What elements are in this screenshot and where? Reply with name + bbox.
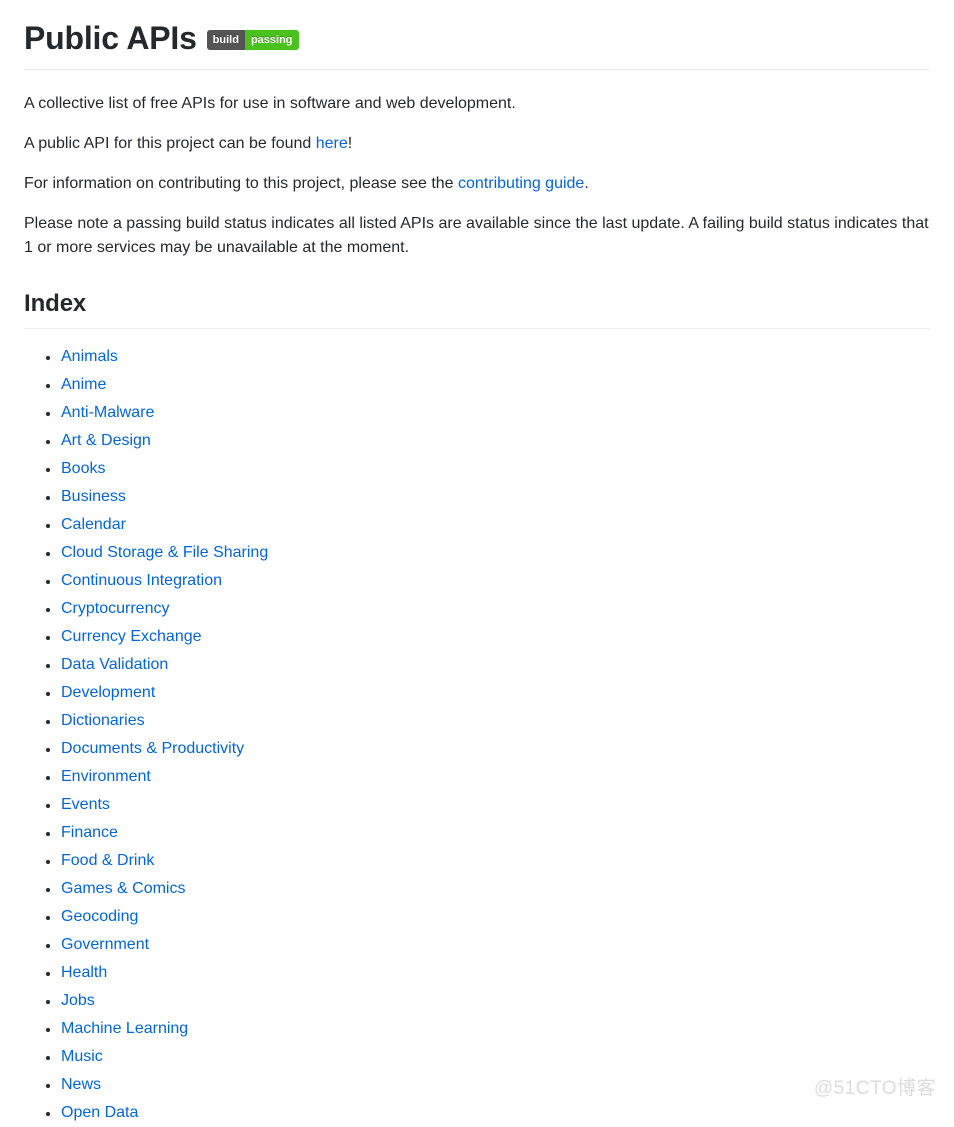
paragraph-2-text-before: A public API for this project can be fou… bbox=[24, 135, 316, 152]
badge-left-label: build bbox=[206, 30, 245, 50]
index-link[interactable]: Government bbox=[61, 936, 149, 953]
badge-right-label: passing bbox=[244, 30, 299, 50]
page-title: Public APIs bbox=[24, 20, 197, 56]
list-item: News bbox=[24, 1071, 930, 1099]
index-link[interactable]: Environment bbox=[61, 768, 151, 785]
list-item: Events bbox=[24, 791, 930, 819]
index-link[interactable]: Games & Comics bbox=[61, 880, 185, 897]
list-item: Anti-Malware bbox=[24, 399, 930, 427]
list-item: Calendar bbox=[24, 511, 930, 539]
index-link[interactable]: Machine Learning bbox=[61, 1020, 188, 1037]
list-item: Music bbox=[24, 1043, 930, 1071]
list-item: Food & Drink bbox=[24, 847, 930, 875]
index-heading: Index bbox=[24, 290, 87, 317]
list-item: Documents & Productivity bbox=[24, 735, 930, 763]
index-link[interactable]: Anime bbox=[61, 376, 106, 393]
index-link[interactable]: Business bbox=[61, 488, 126, 505]
list-item: Health bbox=[24, 959, 930, 987]
index-link[interactable]: News bbox=[61, 1076, 101, 1093]
index-link[interactable]: Documents & Productivity bbox=[61, 740, 244, 757]
list-item: Art & Design bbox=[24, 427, 930, 455]
index-link[interactable]: Currency Exchange bbox=[61, 628, 202, 645]
list-item: Data Validation bbox=[24, 651, 930, 679]
list-item: Games & Comics bbox=[24, 875, 930, 903]
intro-paragraph-1: A collective list of free APIs for use i… bbox=[24, 95, 516, 112]
index-link[interactable]: Food & Drink bbox=[61, 852, 154, 869]
list-item: Geocoding bbox=[24, 903, 930, 931]
list-item: Animals bbox=[24, 343, 930, 371]
list-item: Jobs bbox=[24, 987, 930, 1015]
index-link[interactable]: Events bbox=[61, 796, 110, 813]
index-link[interactable]: Finance bbox=[61, 824, 118, 841]
list-item: Currency Exchange bbox=[24, 623, 930, 651]
contributing-guide-link[interactable]: contributing guide bbox=[458, 175, 584, 192]
index-link[interactable]: Anti-Malware bbox=[61, 404, 154, 421]
index-link[interactable]: Art & Design bbox=[61, 432, 151, 449]
list-item: Government bbox=[24, 931, 930, 959]
paragraph-2-text-after: ! bbox=[347, 135, 353, 152]
index-list: Animals Anime Anti-Malware Art & Design Book… bbox=[24, 329, 930, 1127]
list-item: Development bbox=[24, 679, 930, 707]
list-item: Finance bbox=[24, 819, 930, 847]
index-link[interactable]: Health bbox=[61, 964, 107, 981]
list-item: Open Data bbox=[24, 1099, 930, 1127]
watermark: @51CTO博客 bbox=[813, 1078, 936, 1099]
build-status-badge[interactable]: build passing bbox=[206, 30, 299, 50]
public-api-here-link[interactable]: here bbox=[316, 135, 348, 152]
index-link[interactable]: Development bbox=[61, 684, 155, 701]
index-link[interactable]: Continuous Integration bbox=[61, 572, 222, 589]
index-link[interactable]: Jobs bbox=[61, 992, 95, 1009]
list-item: Continuous Integration bbox=[24, 567, 930, 595]
index-link[interactable]: Geocoding bbox=[61, 908, 138, 925]
build-status-note: Please note a passing build status indic… bbox=[24, 215, 929, 256]
index-link[interactable]: Books bbox=[61, 460, 105, 477]
list-item: Cloud Storage & File Sharing bbox=[24, 539, 930, 567]
list-item: Books bbox=[24, 455, 930, 483]
list-item: Environment bbox=[24, 763, 930, 791]
index-link[interactable]: Data Validation bbox=[61, 656, 168, 673]
index-link[interactable]: Dictionaries bbox=[61, 712, 145, 729]
paragraph-3-text-after: . bbox=[584, 175, 589, 192]
list-item: Cryptocurrency bbox=[24, 595, 930, 623]
intro-paragraph-2: A public API for this project can be fou… bbox=[24, 116, 930, 156]
index-link[interactable]: Animals bbox=[61, 348, 118, 365]
index-link[interactable]: Music bbox=[61, 1048, 103, 1065]
index-link[interactable]: Calendar bbox=[61, 516, 126, 533]
title-row: Public APIs build passing bbox=[24, 0, 930, 58]
paragraph-3-text-before: For information on contributing to this … bbox=[24, 175, 459, 192]
list-item: Business bbox=[24, 483, 930, 511]
index-link[interactable]: Cloud Storage & File Sharing bbox=[61, 544, 268, 561]
index-link[interactable]: Cryptocurrency bbox=[61, 600, 169, 617]
list-item: Machine Learning bbox=[24, 1015, 930, 1043]
list-item: Dictionaries bbox=[24, 707, 930, 735]
list-item: Anime bbox=[24, 371, 930, 399]
readme-document: Public APIs build passing A collective l… bbox=[0, 0, 954, 1127]
intro-paragraph-3: For information on contributing to this … bbox=[24, 156, 930, 196]
index-link[interactable]: Open Data bbox=[61, 1104, 138, 1121]
